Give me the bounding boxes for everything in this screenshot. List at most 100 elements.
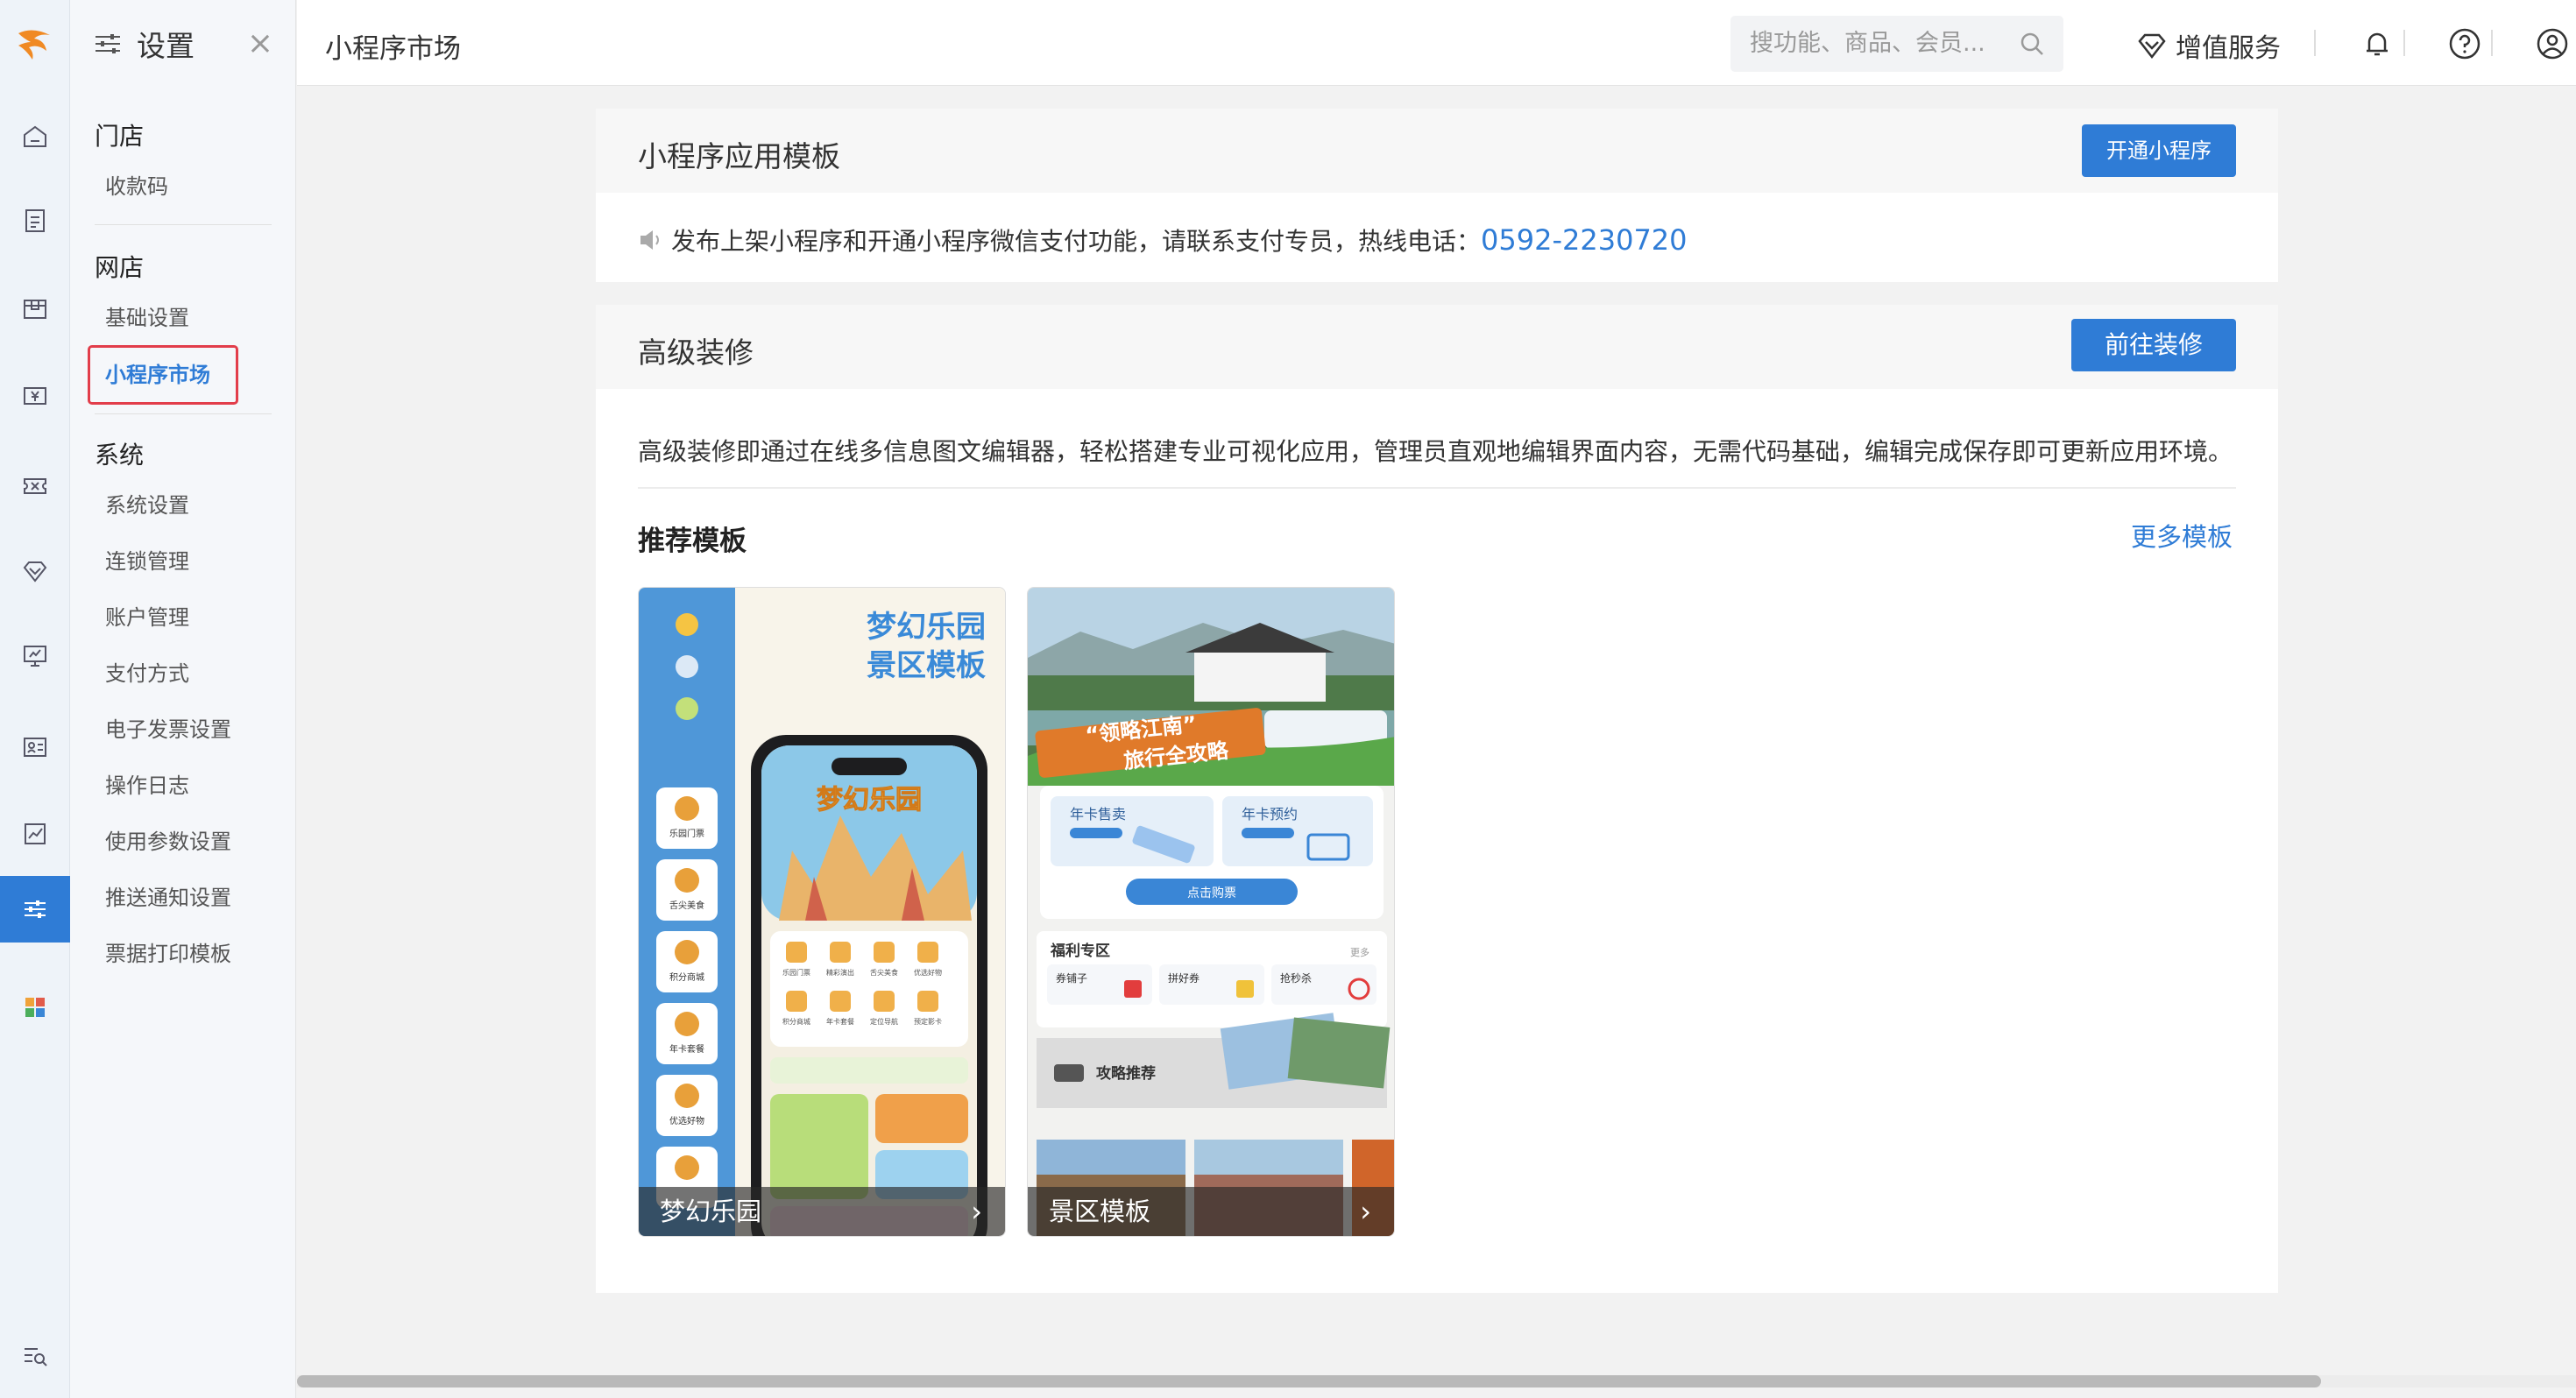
sidebar-item-chain-management[interactable]: 连锁管理 (105, 548, 189, 575)
template-preview-dream-park: 乐园门票 舌尖美食 积分商城 年卡套餐 优选好物 梦幻乐园 景区模板 梦幻乐园 … (639, 588, 1005, 1236)
logo-icon[interactable] (0, 0, 70, 88)
sidebar-item-system-settings[interactable]: 系统设置 (105, 492, 189, 519)
svg-text:攻略推荐: 攻略推荐 (1096, 1064, 1156, 1083)
icon-rail (0, 0, 70, 1398)
template-name: 梦幻乐园 (660, 1197, 762, 1226)
card-header (596, 109, 2278, 193)
ticket-icon[interactable] (0, 452, 70, 519)
report-icon[interactable] (0, 187, 70, 254)
notice-line: 发布上架小程序和开通小程序微信支付功能，请联系支付专员，热线电话： 0592-2… (638, 222, 1688, 258)
sidebar-item-payment-code[interactable]: 收款码 (105, 173, 168, 200)
apps-icon[interactable] (0, 974, 70, 1041)
diamond-icon (2138, 33, 2166, 60)
sidebar-item-push-notifications[interactable]: 推送通知设置 (105, 885, 231, 911)
group-label-store: 门店 (95, 122, 145, 151)
settings-icon[interactable] (0, 876, 70, 943)
help-icon[interactable] (2447, 26, 2482, 61)
sidebar-title: 设置 (137, 29, 195, 63)
sidebar-item-e-invoice[interactable]: 电子发票设置 (105, 717, 231, 743)
svg-text:乐园门票: 乐园门票 (782, 968, 810, 977)
svg-text:年卡套餐: 年卡套餐 (826, 1017, 854, 1026)
description: 高级装修即通过在线多信息图文编辑器，轻松搭建专业可视化应用，管理员直观地编辑界面… (638, 437, 2233, 466)
svg-text:预定影卡: 预定影卡 (914, 1017, 942, 1026)
template-card-dream-park[interactable]: 乐园门票 舌尖美食 积分商城 年卡套餐 优选好物 梦幻乐园 景区模板 梦幻乐园 … (638, 587, 1006, 1237)
vip-icon[interactable] (0, 538, 70, 604)
value-added-services-button[interactable]: 增值服务 (2135, 26, 2281, 65)
divider (2491, 30, 2493, 56)
more-templates-link[interactable]: 更多模板 (2131, 517, 2233, 554)
svg-text:年卡套餐: 年卡套餐 (669, 1043, 704, 1055)
go-decorate-button[interactable]: 前往装修 (2071, 319, 2236, 371)
value-added-services-label: 增值服务 (2176, 33, 2281, 64)
sidebar-item-usage-params[interactable]: 使用参数设置 (105, 829, 231, 855)
scrollbar-thumb[interactable] (297, 1375, 2321, 1387)
speaker-icon (640, 230, 659, 250)
analytics-icon[interactable] (0, 801, 70, 867)
svg-text:年卡售卖: 年卡售卖 (1070, 806, 1126, 823)
close-icon[interactable]: × (247, 26, 273, 61)
home-icon[interactable] (0, 103, 70, 170)
user-avatar-icon[interactable] (2535, 26, 2570, 61)
card-header (596, 305, 2278, 389)
bell-icon[interactable] (2360, 26, 2395, 61)
sidebar-item-miniprogram-market[interactable]: 小程序市场 (88, 345, 238, 405)
svg-text:舌尖美食: 舌尖美食 (669, 900, 704, 911)
template-name: 景区模板 (1049, 1197, 1151, 1226)
search-list-icon[interactable] (0, 1323, 70, 1389)
sidebar-item-receipt-templates[interactable]: 票据打印模板 (105, 941, 231, 967)
horizontal-scrollbar[interactable] (297, 1375, 2576, 1387)
chevron-right-icon: › (1360, 1195, 1371, 1228)
sidebar-item-basic-settings[interactable]: 基础设置 (105, 305, 189, 331)
divider (2403, 30, 2405, 56)
svg-text:梦幻乐园: 梦幻乐园 (867, 610, 986, 645)
sidebar-item-operation-log[interactable]: 操作日志 (105, 773, 189, 799)
template-card-scenic[interactable]: “领略江南” 旅行全攻略 年卡售卖 年卡预约 点击购票 福利专区 更多 券铺子 … (1027, 587, 1395, 1237)
card-title: 高级装修 (638, 335, 754, 370)
settings-sidebar: 设置 × 门店 收款码 网店 基础设置 小程序市场 系统 系统设置 连锁管理 账… (70, 0, 296, 1398)
divider (2314, 30, 2316, 56)
search-icon[interactable] (2018, 30, 2046, 58)
svg-text:景区模板: 景区模板 (867, 648, 986, 683)
divider (638, 487, 2236, 489)
top-bar: 小程序市场 搜功能、商品、会员... 增值服务 (297, 0, 2576, 86)
notice-text: 发布上架小程序和开通小程序微信支付功能，请联系支付专员，热线电话： (671, 227, 1482, 256)
card-title: 小程序应用模板 (638, 139, 840, 173)
sidebar-item-payment-methods[interactable]: 支付方式 (105, 660, 189, 687)
finance-icon[interactable] (0, 363, 70, 429)
svg-text:更多: 更多 (1350, 946, 1369, 958)
svg-text:优选好物: 优选好物 (669, 1115, 704, 1126)
sidebar-item-account-management[interactable]: 账户管理 (105, 604, 189, 631)
svg-text:拼好券: 拼好券 (1168, 971, 1200, 985)
search-placeholder: 搜功能、商品、会员... (1750, 30, 1985, 57)
product-icon[interactable] (0, 275, 70, 342)
open-miniprogram-button[interactable]: 开通小程序 (2082, 124, 2236, 177)
divider (95, 413, 272, 414)
recommended-templates-title: 推荐模板 (638, 526, 747, 557)
hotline-phone[interactable]: 0592-2230720 (1481, 223, 1688, 257)
sidebar-header: 设置 × (70, 0, 296, 88)
template-caption: 景区模板 › (1028, 1187, 1394, 1236)
svg-text:年卡预约: 年卡预约 (1242, 806, 1298, 823)
group-label-system: 系统 (95, 441, 145, 470)
svg-text:点击购票: 点击购票 (1187, 886, 1236, 900)
svg-text:积分商城: 积分商城 (669, 971, 704, 983)
chevron-right-icon: › (971, 1195, 982, 1228)
svg-text:乐园门票: 乐园门票 (669, 828, 704, 839)
svg-text:券铺子: 券铺子 (1056, 971, 1087, 985)
svg-text:舌尖美食: 舌尖美食 (870, 968, 898, 977)
template-preview-scenic: “领略江南” 旅行全攻略 年卡售卖 年卡预约 点击购票 福利专区 更多 券铺子 … (1028, 588, 1394, 1236)
group-label-online-store: 网店 (95, 253, 145, 282)
svg-text:梦幻乐园: 梦幻乐园 (817, 785, 922, 816)
svg-text:福利专区: 福利专区 (1050, 942, 1110, 960)
divider (95, 224, 272, 225)
svg-text:优选好物: 优选好物 (914, 968, 942, 977)
search-input[interactable]: 搜功能、商品、会员... (1730, 16, 2063, 72)
template-caption: 梦幻乐园 › (639, 1187, 1005, 1236)
filter-settings-icon (96, 34, 120, 53)
svg-text:精彩演出: 精彩演出 (826, 968, 854, 977)
member-card-icon[interactable] (0, 713, 70, 780)
svg-text:抢秒杀: 抢秒杀 (1280, 971, 1312, 985)
monitor-icon[interactable] (0, 622, 70, 688)
miniprogram-template-card: 小程序应用模板 开通小程序 发布上架小程序和开通小程序微信支付功能，请联系支付专… (596, 109, 2278, 282)
page-title: 小程序市场 (325, 33, 461, 65)
